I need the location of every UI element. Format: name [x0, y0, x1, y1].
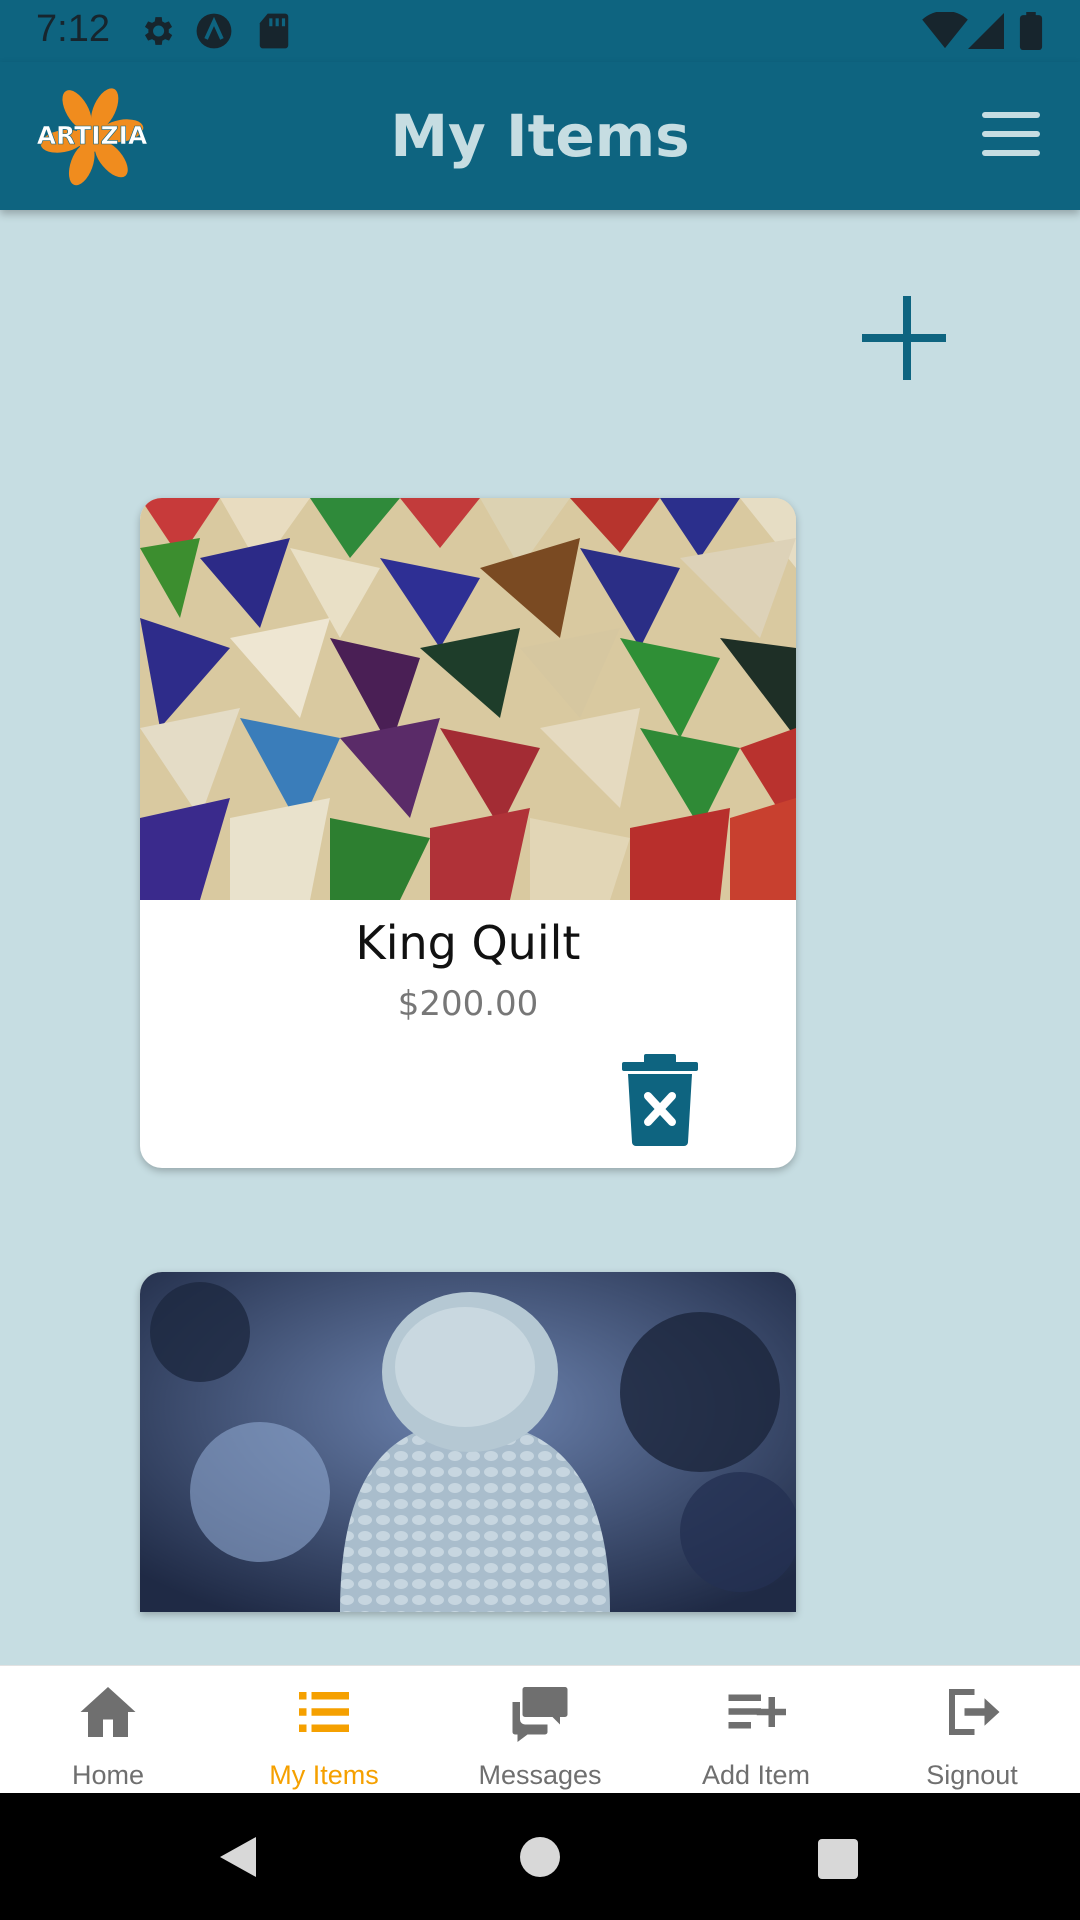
nav-label-my-items: My Items: [269, 1760, 379, 1790]
item-price: $200.00: [397, 984, 539, 1024]
nav-label-messages: Messages: [478, 1760, 602, 1790]
patchwork-quilt-photo: [140, 498, 796, 900]
sd-card-icon: [259, 13, 289, 49]
trash-delete-icon[interactable]: [622, 1054, 698, 1146]
items-list[interactable]: King Quilt $200.00: [0, 210, 1080, 1665]
add-item-plus-icon[interactable]: [862, 296, 952, 386]
nav-label-home: Home: [71, 1760, 145, 1790]
list-icon: [299, 1692, 349, 1732]
a-badge-icon: [196, 13, 232, 49]
item-card[interactable]: [140, 1272, 796, 1612]
nav-item-messages[interactable]: Messages: [432, 1666, 648, 1794]
battery-icon: [1019, 12, 1043, 50]
playlist-add-icon: [728, 1694, 786, 1729]
status-bar: 7:12: [0, 0, 1080, 62]
nav-item-signout[interactable]: Signout: [864, 1666, 1080, 1794]
bottom-nav: Home My Items Messages Add Item Signout: [0, 1665, 1080, 1793]
home-circle-icon[interactable]: [520, 1837, 560, 1877]
nav-item-add-item[interactable]: Add Item: [648, 1666, 864, 1794]
hamburger-menu-icon[interactable]: [982, 112, 1040, 156]
signal-icon: [968, 13, 1004, 49]
nav-item-home[interactable]: Home: [0, 1666, 216, 1794]
nav-label-signout: Signout: [926, 1760, 1018, 1790]
chat-bubbles-icon: [512, 1687, 568, 1742]
page-title: My Items: [390, 102, 690, 170]
knit-beanie-photo: [140, 1272, 796, 1612]
gear-icon: [144, 17, 173, 45]
system-nav-bar: [0, 1793, 1080, 1920]
item-card[interactable]: King Quilt $200.00: [140, 498, 796, 1168]
home-icon: [80, 1687, 136, 1737]
signout-icon: [949, 1689, 1000, 1735]
item-name: King Quilt: [355, 916, 581, 970]
nav-item-my-items[interactable]: My Items: [216, 1666, 432, 1794]
app-bar: ARTIZIA My Items: [0, 62, 1080, 210]
nav-label-add-item: Add Item: [701, 1760, 811, 1790]
recents-square-icon[interactable]: [818, 1839, 858, 1879]
wifi-icon: [922, 12, 968, 49]
back-icon[interactable]: [216, 1833, 260, 1881]
status-time: 7:12: [36, 8, 110, 50]
